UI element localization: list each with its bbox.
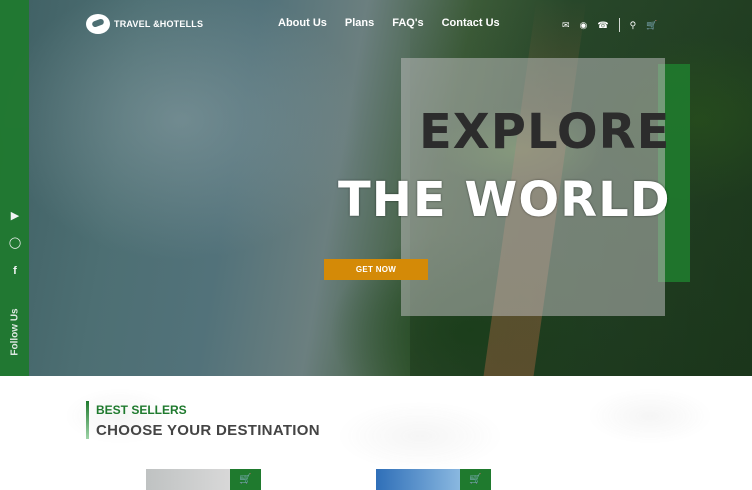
plane-globe-icon bbox=[86, 14, 110, 34]
destination-card[interactable]: 🛒 bbox=[146, 469, 261, 490]
section-kicker: BEST SELLERS bbox=[96, 403, 187, 417]
nav-plans[interactable]: Plans bbox=[345, 17, 374, 29]
cart-icon[interactable]: 🛒 bbox=[230, 469, 261, 490]
cart-icon[interactable]: 🛒 bbox=[460, 469, 491, 490]
brand-name: TRAVEL &HOTELLS bbox=[114, 19, 204, 29]
nav-contact-us[interactable]: Contact Us bbox=[442, 17, 500, 29]
destination-image bbox=[376, 469, 460, 490]
hero-line-world: THE WORLD bbox=[338, 172, 671, 228]
cart-icon[interactable]: 🛒 bbox=[646, 20, 657, 31]
envelope-icon[interactable]: ✉ bbox=[562, 20, 570, 31]
brand-logo[interactable]: TRAVEL &HOTELLS bbox=[86, 14, 203, 34]
get-now-button[interactable]: GET NOW bbox=[324, 259, 428, 280]
instagram-icon[interactable]: ◯ bbox=[8, 236, 22, 250]
nav-faqs[interactable]: FAQ's bbox=[392, 17, 423, 29]
search-icon[interactable]: ⚲ bbox=[630, 20, 637, 31]
hero-banner: ▶ ◯ f Follow Us TRAVEL &HOTELLS About Us… bbox=[0, 0, 752, 376]
section-accent-bar bbox=[86, 401, 89, 439]
hero-line-explore: EXPLORE bbox=[419, 104, 671, 160]
youtube-icon[interactable]: ▶ bbox=[8, 209, 22, 223]
facebook-icon[interactable]: f bbox=[8, 264, 22, 278]
header-tools: ✉ ◉ ☎ ⚲ 🛒 bbox=[562, 18, 657, 32]
phone-icon[interactable]: ☎ bbox=[597, 20, 608, 31]
section-title: CHOOSE YOUR DESTINATION bbox=[96, 422, 320, 439]
destination-card[interactable]: 🛒 bbox=[376, 469, 491, 490]
destination-image bbox=[146, 469, 230, 490]
follow-us-label: Follow Us bbox=[9, 308, 21, 356]
destinations-section: BEST SELLERS CHOOSE YOUR DESTINATION 🛒 🛒 bbox=[0, 376, 752, 490]
main-nav: About Us Plans FAQ's Contact Us bbox=[278, 17, 500, 29]
map-pin-icon[interactable]: ◉ bbox=[580, 20, 588, 31]
social-sidebar: ▶ ◯ f Follow Us bbox=[0, 0, 29, 376]
nav-about-us[interactable]: About Us bbox=[278, 17, 327, 29]
tools-divider bbox=[618, 18, 620, 32]
